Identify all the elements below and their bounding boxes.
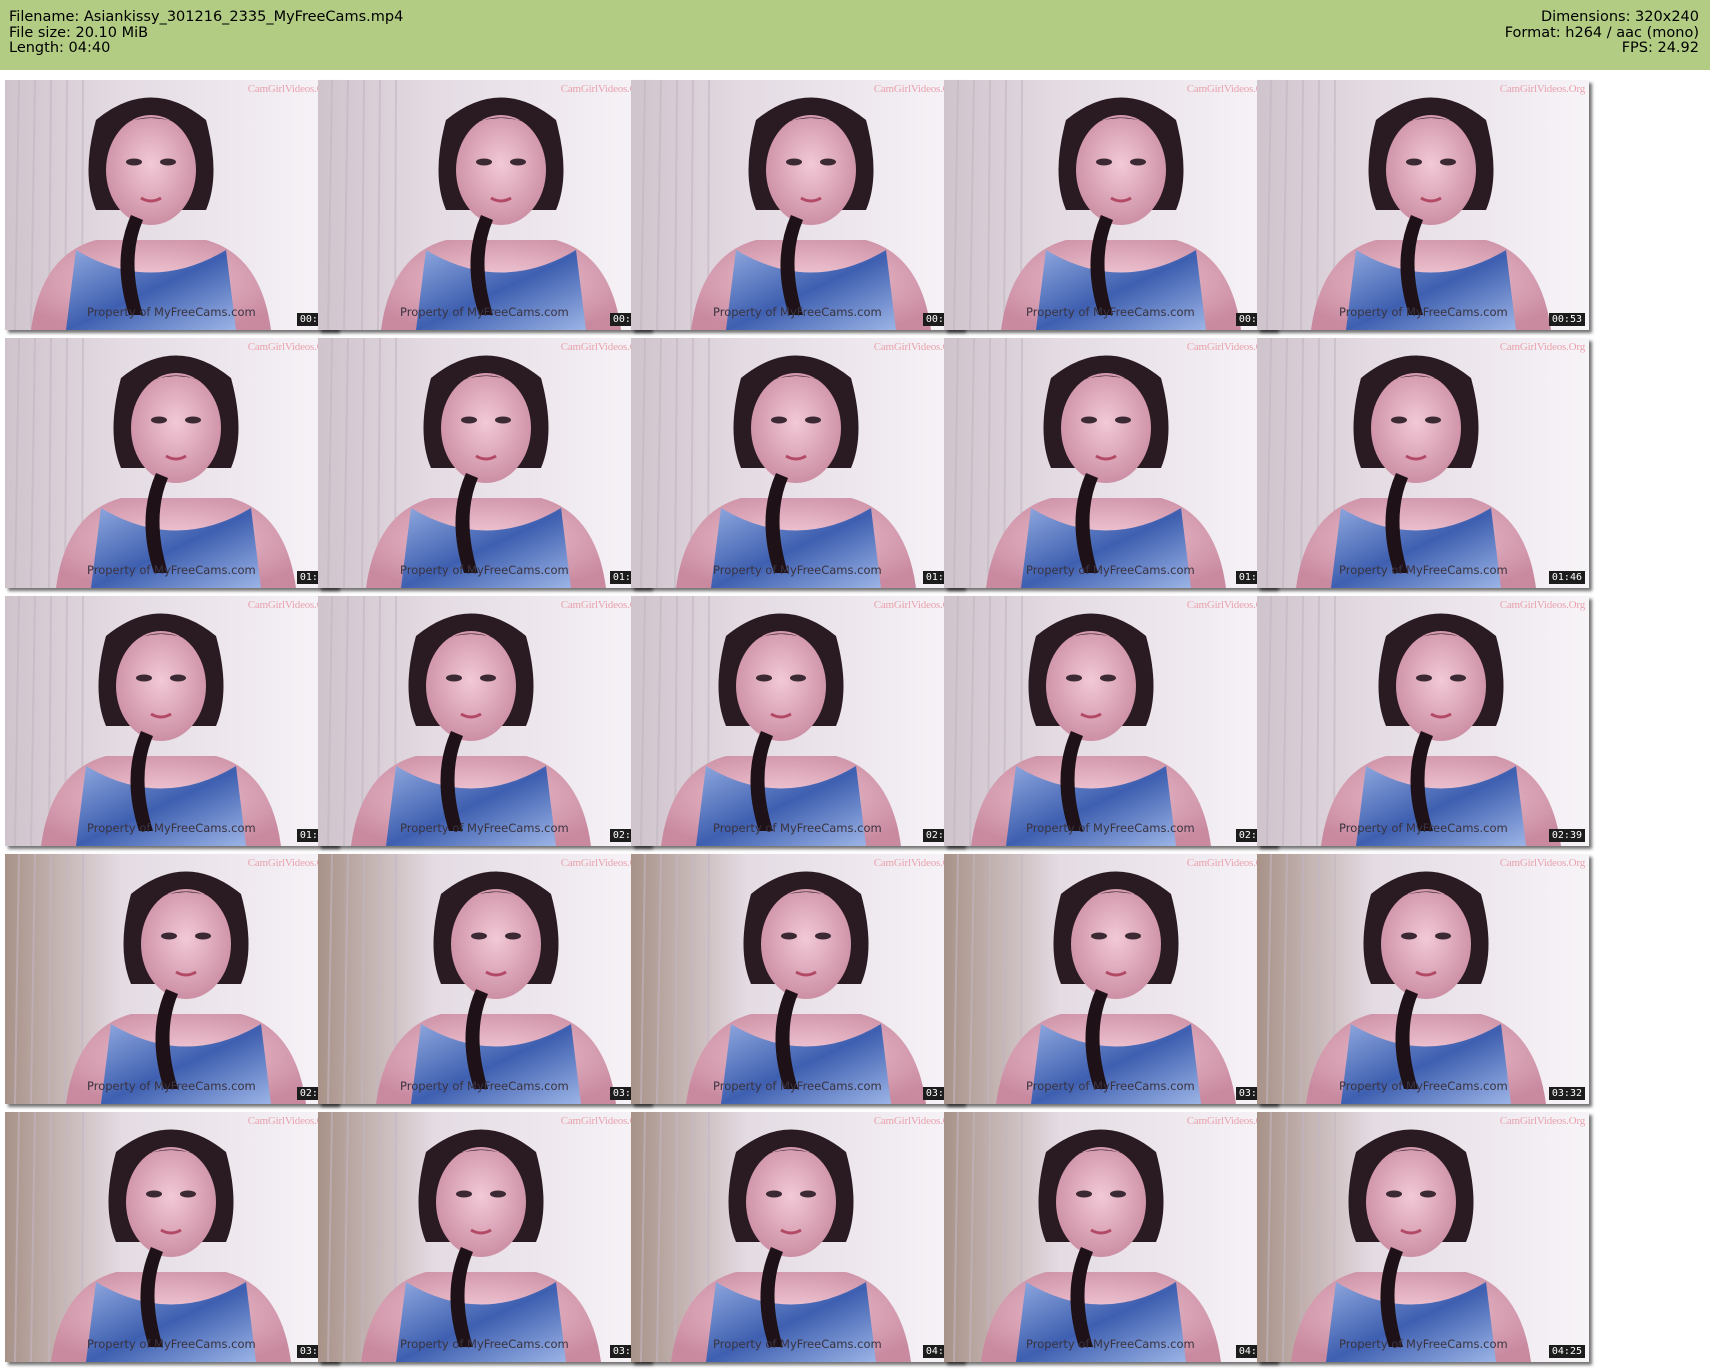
video-frame-image [944,596,1276,846]
video-thumbnail[interactable]: CamGirlVideos.Org Property of MyFreeCams.… [944,1112,1276,1362]
video-frame-image [318,1112,650,1362]
video-thumbnail[interactable]: CamGirlVideos.Org Property of MyFreeCams.… [944,596,1276,846]
thumbnail-grid: CamGirlVideos.Org Property of MyFreeCams.… [5,80,1705,1365]
watermark-bottom: Property of MyFreeCams.com [713,1337,882,1351]
video-frame-image [318,338,650,588]
video-thumbnail[interactable]: CamGirlVideos.Org Property of MyFreeCams.… [318,1112,650,1362]
video-frame-image [944,338,1276,588]
video-thumbnail[interactable]: CamGirlVideos.Org Property of MyFreeCams.… [631,80,963,330]
timestamp-label: 00:53 [1548,313,1585,326]
watermark-bottom: Property of MyFreeCams.com [87,305,256,319]
watermark-bottom: Property of MyFreeCams.com [87,821,256,835]
video-thumbnail[interactable]: CamGirlVideos.Org Property of MyFreeCams.… [5,1112,337,1362]
video-frame-image [944,1112,1276,1362]
fps-text: FPS: 24.92 [1621,40,1699,56]
timestamp-label: 02:39 [1548,829,1585,842]
watermark-top: CamGirlVideos.Org [1499,857,1585,869]
video-thumbnail[interactable]: CamGirlVideos.Org Property of MyFreeCams.… [318,854,650,1104]
watermark-bottom: Property of MyFreeCams.com [1339,563,1508,577]
watermark-bottom: Property of MyFreeCams.com [400,1337,569,1351]
video-thumbnail[interactable]: CamGirlVideos.Org Property of MyFreeCams.… [631,338,963,588]
video-frame-image [5,80,337,330]
file-info: Filename: Asiankissy_301216_2335_MyFreeC… [9,9,404,57]
format-text: Format: h264 / aac (mono) [1504,24,1699,41]
video-thumbnail[interactable]: CamGirlVideos.Org Property of MyFreeCams.… [944,338,1276,588]
video-frame-image [5,854,337,1104]
watermark-bottom: Property of MyFreeCams.com [1339,1337,1508,1351]
video-thumbnail[interactable]: CamGirlVideos.Org Property of MyFreeCams.… [5,80,337,330]
video-thumbnail[interactable]: CamGirlVideos.Org Property of MyFreeCams.… [5,338,337,588]
video-thumbnail[interactable]: CamGirlVideos.Org Property of MyFreeCams.… [631,1112,963,1362]
watermark-bottom: Property of MyFreeCams.com [400,563,569,577]
video-frame-image [5,338,337,588]
video-frame-image [318,596,650,846]
watermark-bottom: Property of MyFreeCams.com [400,305,569,319]
watermark-bottom: Property of MyFreeCams.com [713,305,882,319]
watermark-bottom: Property of MyFreeCams.com [1026,563,1195,577]
video-thumbnail[interactable]: CamGirlVideos.Org Property of MyFreeCams.… [1257,596,1589,846]
dimensions-text: Dimensions: 320x240 [1540,9,1699,25]
watermark-bottom: Property of MyFreeCams.com [713,563,882,577]
video-frame-image [631,854,963,1104]
video-thumbnail[interactable]: CamGirlVideos.Org Property of MyFreeCams.… [318,338,650,588]
video-frame-image [318,80,650,330]
length-text: Length: 04:40 [9,40,111,56]
watermark-bottom: Property of MyFreeCams.com [1026,1079,1195,1093]
watermark-bottom: Property of MyFreeCams.com [87,1079,256,1093]
timestamp-label: 04:25 [1548,1345,1585,1358]
watermark-top: CamGirlVideos.Org [1499,341,1585,353]
video-frame-image [631,1112,963,1362]
video-frame-image [5,596,337,846]
video-frame-image [631,338,963,588]
header-bar: Filename: Asiankissy_301216_2335_MyFreeC… [0,0,1710,70]
video-thumbnail[interactable]: CamGirlVideos.Org Property of MyFreeCams.… [5,596,337,846]
filesize-text: File size: 20.10 MiB [9,24,149,41]
video-thumbnail[interactable]: CamGirlVideos.Org Property of MyFreeCams.… [1257,80,1589,330]
video-frame-image [1257,80,1589,330]
video-thumbnail[interactable]: CamGirlVideos.Org Property of MyFreeCams.… [1257,1112,1589,1362]
video-thumbnail[interactable]: CamGirlVideos.Org Property of MyFreeCams.… [631,596,963,846]
video-thumbnail[interactable]: CamGirlVideos.Org Property of MyFreeCams.… [944,854,1276,1104]
watermark-bottom: Property of MyFreeCams.com [400,821,569,835]
timestamp-label: 01:46 [1548,571,1585,584]
media-info: Dimensions: 320x240 Format: h264 / aac (… [1504,9,1699,57]
watermark-bottom: Property of MyFreeCams.com [1026,305,1195,319]
watermark-bottom: Property of MyFreeCams.com [400,1079,569,1093]
video-frame-image [944,80,1276,330]
video-thumbnail[interactable]: CamGirlVideos.Org Property of MyFreeCams.… [5,854,337,1104]
video-thumbnail[interactable]: CamGirlVideos.Org Property of MyFreeCams.… [318,80,650,330]
video-thumbnail[interactable]: CamGirlVideos.Org Property of MyFreeCams.… [1257,338,1589,588]
video-frame-image [1257,854,1589,1104]
watermark-bottom: Property of MyFreeCams.com [1339,821,1508,835]
watermark-bottom: Property of MyFreeCams.com [87,563,256,577]
video-frame-image [631,80,963,330]
watermark-top: CamGirlVideos.Org [1499,83,1585,95]
video-thumbnail[interactable]: CamGirlVideos.Org Property of MyFreeCams.… [944,80,1276,330]
video-frame-image [318,854,650,1104]
video-frame-image [631,596,963,846]
watermark-bottom: Property of MyFreeCams.com [713,821,882,835]
watermark-bottom: Property of MyFreeCams.com [1339,1079,1508,1093]
filename-text: Filename: Asiankissy_301216_2335_MyFreeC… [9,9,404,25]
video-frame-image [1257,338,1589,588]
watermark-top: CamGirlVideos.Org [1499,599,1585,611]
video-thumbnail[interactable]: CamGirlVideos.Org Property of MyFreeCams.… [318,596,650,846]
video-frame-image [1257,1112,1589,1362]
watermark-bottom: Property of MyFreeCams.com [1026,821,1195,835]
video-thumbnail[interactable]: CamGirlVideos.Org Property of MyFreeCams.… [1257,854,1589,1104]
watermark-bottom: Property of MyFreeCams.com [87,1337,256,1351]
watermark-bottom: Property of MyFreeCams.com [713,1079,882,1093]
watermark-bottom: Property of MyFreeCams.com [1339,305,1508,319]
video-frame-image [944,854,1276,1104]
video-frame-image [5,1112,337,1362]
video-thumbnail[interactable]: CamGirlVideos.Org Property of MyFreeCams.… [631,854,963,1104]
watermark-top: CamGirlVideos.Org [1499,1115,1585,1127]
video-frame-image [1257,596,1589,846]
timestamp-label: 03:32 [1548,1087,1585,1100]
watermark-bottom: Property of MyFreeCams.com [1026,1337,1195,1351]
